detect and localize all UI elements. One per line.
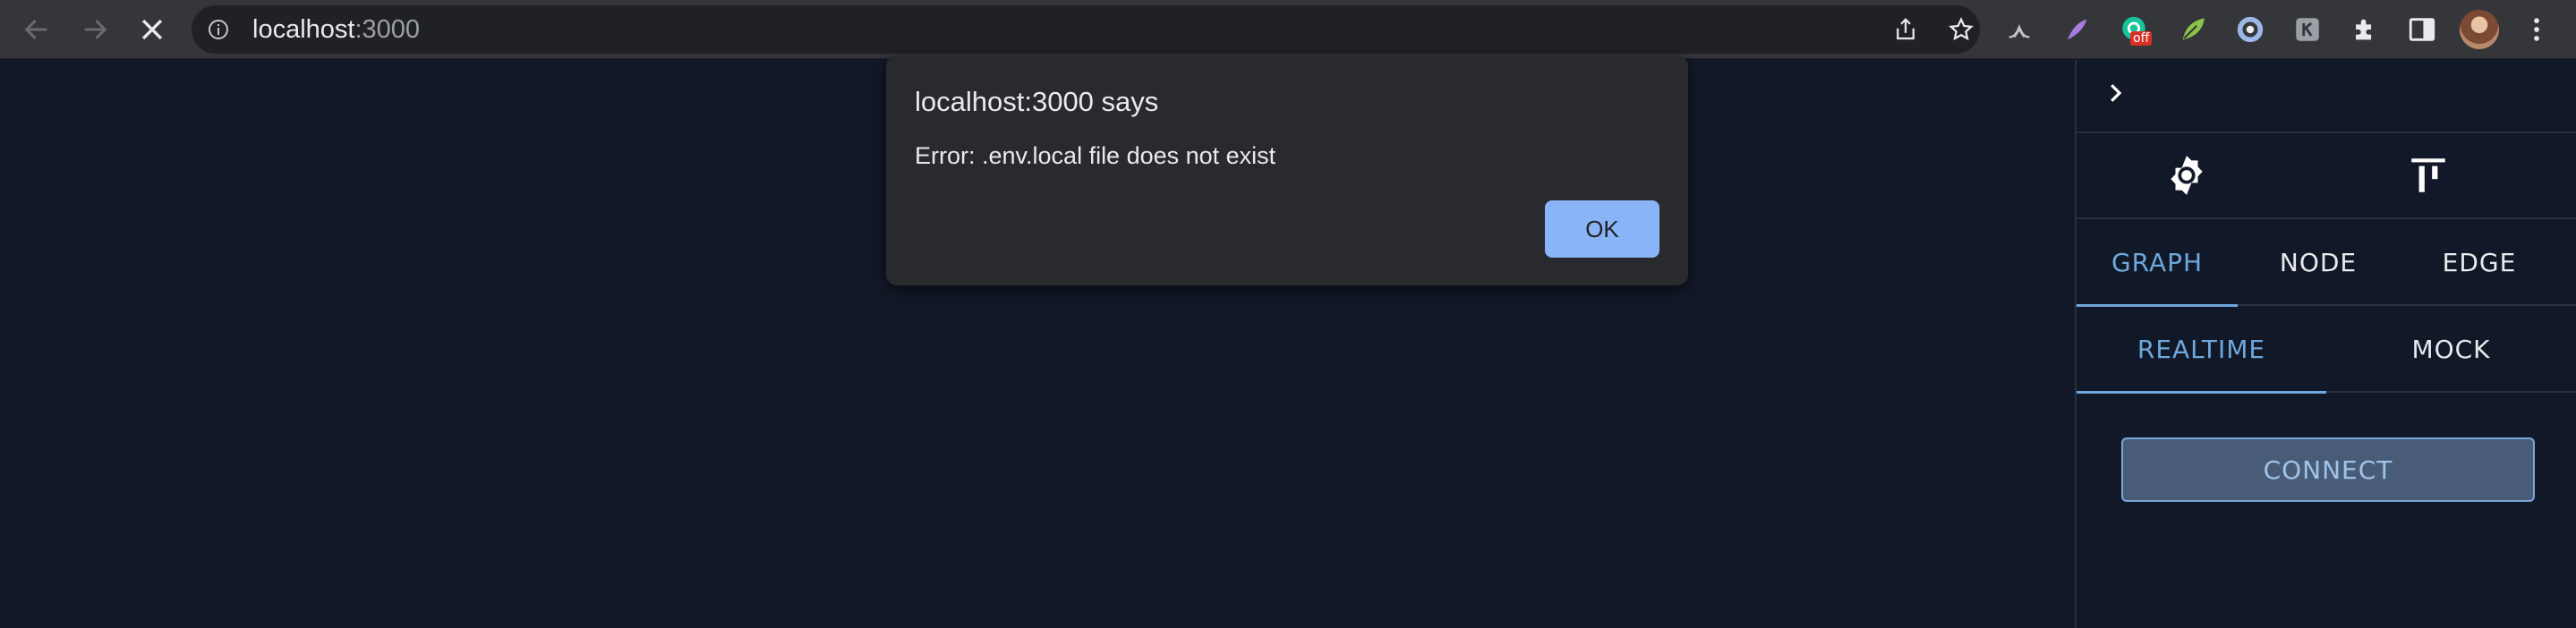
ext-k-icon — [2296, 18, 2319, 41]
chevron-right-icon[interactable] — [2102, 80, 2128, 106]
mode-tabs: REALTIME MOCK — [2077, 306, 2576, 394]
forward-arrow-icon — [84, 20, 107, 39]
main-tabs: GRAPH NODE EDGE — [2077, 219, 2576, 307]
ext-leaf-button[interactable] — [2000, 10, 2039, 49]
settings-panel: GRAPH NODE EDGE REALTIME MOCK CONNECT — [2075, 60, 2576, 628]
extensions-puzzle-icon — [2356, 19, 2372, 40]
browser-menu-button[interactable] — [2517, 10, 2556, 49]
ext-feather-button[interactable] — [2057, 10, 2096, 49]
ext-leaf-icon — [2009, 24, 2030, 38]
tab-mock-label: MOCK — [2411, 334, 2491, 364]
share-button[interactable] — [1892, 16, 1919, 43]
sidebar-icon — [2409, 18, 2435, 41]
tab-mock[interactable]: MOCK — [2326, 306, 2576, 392]
back-button[interactable] — [19, 12, 55, 47]
url-host: localhost — [252, 15, 355, 44]
tab-node-label: NODE — [2279, 247, 2358, 277]
tab-graph-label: GRAPH — [2111, 247, 2204, 277]
align-top-icon[interactable] — [2406, 153, 2451, 198]
tab-edge[interactable]: EDGE — [2399, 219, 2560, 305]
site-info-icon[interactable] — [208, 19, 229, 40]
ext-k-button[interactable] — [2288, 10, 2327, 49]
ext-feather-icon — [2068, 19, 2087, 40]
connect-section: CONNECT — [2077, 393, 2576, 572]
ext-leaf-green-icon — [2182, 18, 2205, 40]
profile-avatar[interactable] — [2460, 10, 2499, 49]
ok-button[interactable]: OK — [1545, 200, 1659, 258]
tab-edge-label: EDGE — [2442, 247, 2517, 277]
ext-leaf-green-button[interactable] — [2173, 10, 2213, 49]
forward-button[interactable] — [77, 12, 113, 47]
brightness-icon[interactable] — [2164, 153, 2209, 198]
ext-off-badge: off — [2130, 31, 2153, 46]
panel-tools — [2077, 133, 2576, 219]
ext-ring-icon — [2237, 16, 2264, 43]
star-icon — [1949, 17, 1974, 41]
side-panel-button[interactable] — [2402, 10, 2442, 49]
alert-dialog: localhost:3000 says Error: .env.local fi… — [886, 55, 1688, 285]
stop-loading-button[interactable] — [134, 12, 170, 47]
tab-graph[interactable]: GRAPH — [2077, 219, 2238, 307]
close-icon — [141, 19, 163, 40]
share-icon — [1897, 18, 1915, 40]
panel-header — [2077, 60, 2576, 133]
address-bar[interactable]: localhost:3000 — [192, 5, 1980, 54]
tab-realtime[interactable]: REALTIME — [2077, 306, 2326, 394]
ext-ring-button[interactable] — [2231, 10, 2270, 49]
browser-toolbar: localhost:3000 off — [0, 0, 2576, 59]
tab-node[interactable]: NODE — [2238, 219, 2399, 305]
kebab-menu-icon — [2534, 18, 2539, 41]
connect-button[interactable]: CONNECT — [2121, 437, 2535, 502]
back-arrow-icon — [24, 20, 47, 39]
extensions-button[interactable] — [2345, 10, 2384, 49]
dialog-message: Error: .env.local file does not exist — [915, 142, 1276, 169]
url-text: localhost:3000 — [252, 17, 420, 43]
dialog-title: localhost:3000 says — [915, 86, 1159, 117]
bookmark-button[interactable] — [1948, 16, 1975, 43]
tab-realtime-label: REALTIME — [2137, 334, 2266, 364]
url-port: :3000 — [354, 15, 421, 44]
ext-grammarly-button[interactable]: off — [2114, 10, 2154, 49]
